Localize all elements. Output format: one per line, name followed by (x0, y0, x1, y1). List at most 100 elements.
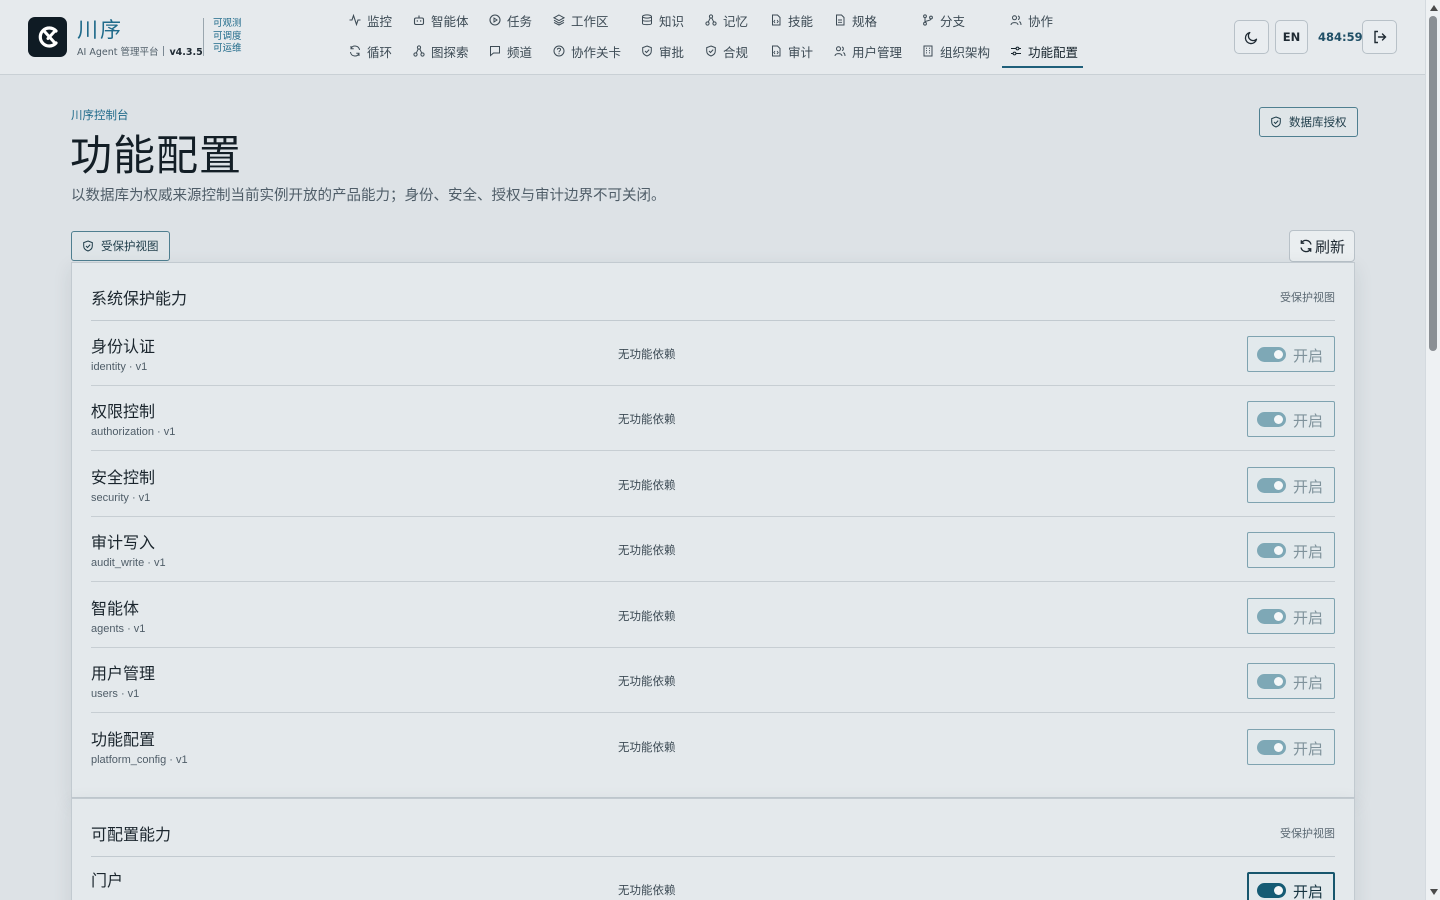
feature-key: audit_write · v1 (91, 557, 166, 569)
nav-label: 频道 (507, 44, 533, 60)
feature-dependencies: 无功能依赖 (618, 412, 676, 426)
scroll-up-arrow[interactable] (1430, 5, 1438, 11)
file-spec-icon (836, 14, 845, 26)
nav-label: 用户管理 (852, 44, 903, 60)
nav-item-branches[interactable]: 分支 (922, 9, 965, 31)
theme-toggle-button[interactable] (1234, 20, 1269, 54)
nav-item-platform-config[interactable]: 功能配置 (1010, 40, 1078, 62)
nav-label: 功能配置 (1028, 44, 1079, 60)
feature-toggle[interactable]: 开启 (1247, 663, 1335, 699)
feature-dependencies: 无功能依赖 (618, 740, 676, 754)
feature-row: 审计写入 audit_write · v1 无功能依赖 开启 (91, 517, 1335, 582)
active-nav-indicator (1002, 66, 1083, 68)
feature-dependencies: 无功能依赖 (618, 883, 676, 897)
database-auth-button[interactable]: 数据库授权 (1259, 107, 1358, 137)
nav-item-org[interactable]: 组织架构 (922, 40, 990, 62)
logout-button[interactable] (1362, 20, 1397, 54)
brand-tag: 可观测 (213, 18, 242, 29)
bot-icon (413, 15, 425, 26)
feature-toggle[interactable]: 开启 (1247, 401, 1335, 437)
nav-item-channels[interactable]: 频道 (489, 40, 532, 62)
feature-toggle[interactable]: 开启 (1247, 467, 1335, 503)
language-button[interactable]: EN (1275, 20, 1308, 54)
message-icon (490, 46, 500, 57)
nav-label: 组织架构 (940, 44, 991, 60)
toggle-track (1257, 543, 1286, 558)
nav-label: 审计 (788, 44, 814, 60)
file-code-icon (772, 45, 781, 57)
brand-tag: 可调度 (213, 30, 242, 42)
toggle-track (1257, 740, 1286, 755)
section-tag: 受保护视图 (1280, 291, 1335, 304)
nav-item-approval[interactable]: 审批 (641, 40, 684, 62)
refresh-icon (1300, 239, 1312, 253)
feature-name: 门户 (91, 871, 124, 890)
brand-subtitle-text: AI Agent 管理平台 (77, 47, 159, 58)
users-icon (834, 46, 846, 57)
feature-key: users · v1 (91, 688, 140, 700)
button-label: 数据库授权 (1289, 115, 1347, 129)
nav-item-skills[interactable]: 技能 (770, 9, 813, 31)
feature-toggle[interactable]: 开启 (1247, 729, 1335, 765)
nav-label: 审批 (659, 44, 685, 60)
network-icon (705, 14, 717, 26)
feature-name: 身份认证 (91, 337, 156, 356)
top-header: 川序 AI Agent 管理平台 v4.3.5 可观测 可调度 可运维 监控 智能… (0, 0, 1425, 75)
toggle-label: 开启 (1293, 347, 1324, 365)
refresh-icon (350, 45, 360, 57)
nav-item-users[interactable]: 用户管理 (834, 40, 902, 62)
nav-label: 监控 (367, 13, 393, 29)
feature-row: 身份认证 identity · v1 无功能依赖 开启 (91, 321, 1335, 386)
nav-item-collab[interactable]: 协作 (1010, 9, 1053, 31)
nav-item-knowledge[interactable]: 知识 (641, 9, 684, 31)
version-label: v4.3.5 (169, 47, 203, 58)
toggle-track (1257, 478, 1286, 493)
shield-check-icon (1271, 116, 1281, 128)
brand-name: 川序 (77, 18, 123, 42)
toggle-label: 开启 (1293, 740, 1324, 758)
nav-label: 智能体 (431, 13, 469, 29)
nav-label: 任务 (507, 13, 533, 29)
moon-icon (1244, 31, 1258, 44)
toggle-label: 开启 (1293, 478, 1324, 496)
toggle-label: 开启 (1293, 543, 1324, 561)
feature-key: identity · v1 (91, 361, 148, 373)
nav-item-memory[interactable]: 记忆 (705, 9, 748, 31)
nav-item-loop[interactable]: 循环 (349, 40, 392, 62)
feature-toggle[interactable]: 开启 (1247, 872, 1335, 900)
brand-tags: 可观测 可调度 可运维 (213, 18, 242, 56)
nav-item-monitor[interactable]: 监控 (349, 9, 392, 31)
scroll-down-arrow[interactable] (1430, 889, 1438, 895)
database-icon (642, 14, 652, 26)
nav-item-specs[interactable]: 规格 (834, 9, 877, 31)
feature-toggle[interactable]: 开启 (1247, 532, 1335, 568)
scroll-thumb[interactable] (1429, 16, 1437, 351)
git-branch-icon (923, 14, 933, 26)
page-scrollbar[interactable] (1425, 0, 1440, 900)
nav-item-graph[interactable]: 图探索 (413, 40, 469, 62)
nav-label: 循环 (367, 44, 393, 60)
feature-toggle[interactable]: 开启 (1247, 598, 1335, 634)
nav-item-tasks[interactable]: 任务 (489, 9, 532, 31)
feature-key: security · v1 (91, 492, 151, 504)
feature-row: 功能配置 platform_config · v1 无功能依赖 开启 (91, 714, 1335, 779)
logo-icon[interactable] (28, 17, 67, 57)
page-title: 功能配置 (70, 131, 243, 180)
feature-dependencies: 无功能依赖 (618, 347, 676, 361)
nav-item-gates[interactable]: 协作关卡 (553, 40, 621, 62)
feature-toggle[interactable]: 开启 (1247, 336, 1335, 372)
feature-key: platform_config · v1 (91, 754, 188, 766)
layers-icon (553, 14, 565, 26)
breadcrumb[interactable]: 川序控制台 (71, 107, 129, 123)
nav-label: 分支 (940, 13, 966, 29)
toggle-label: 开启 (1293, 674, 1324, 692)
nav-item-audit[interactable]: 审计 (770, 40, 813, 62)
refresh-button[interactable]: 刷新 (1289, 230, 1355, 262)
toggle-track (1257, 347, 1286, 362)
nav-item-compliance[interactable]: 合规 (705, 40, 748, 62)
nav-item-workspace[interactable]: 工作区 (553, 9, 609, 31)
protected-view-button[interactable]: 受保护视图 (71, 231, 170, 261)
nav-item-agents[interactable]: 智能体 (413, 9, 469, 31)
toggle-track (1257, 412, 1286, 427)
feature-name: 功能配置 (91, 730, 156, 749)
